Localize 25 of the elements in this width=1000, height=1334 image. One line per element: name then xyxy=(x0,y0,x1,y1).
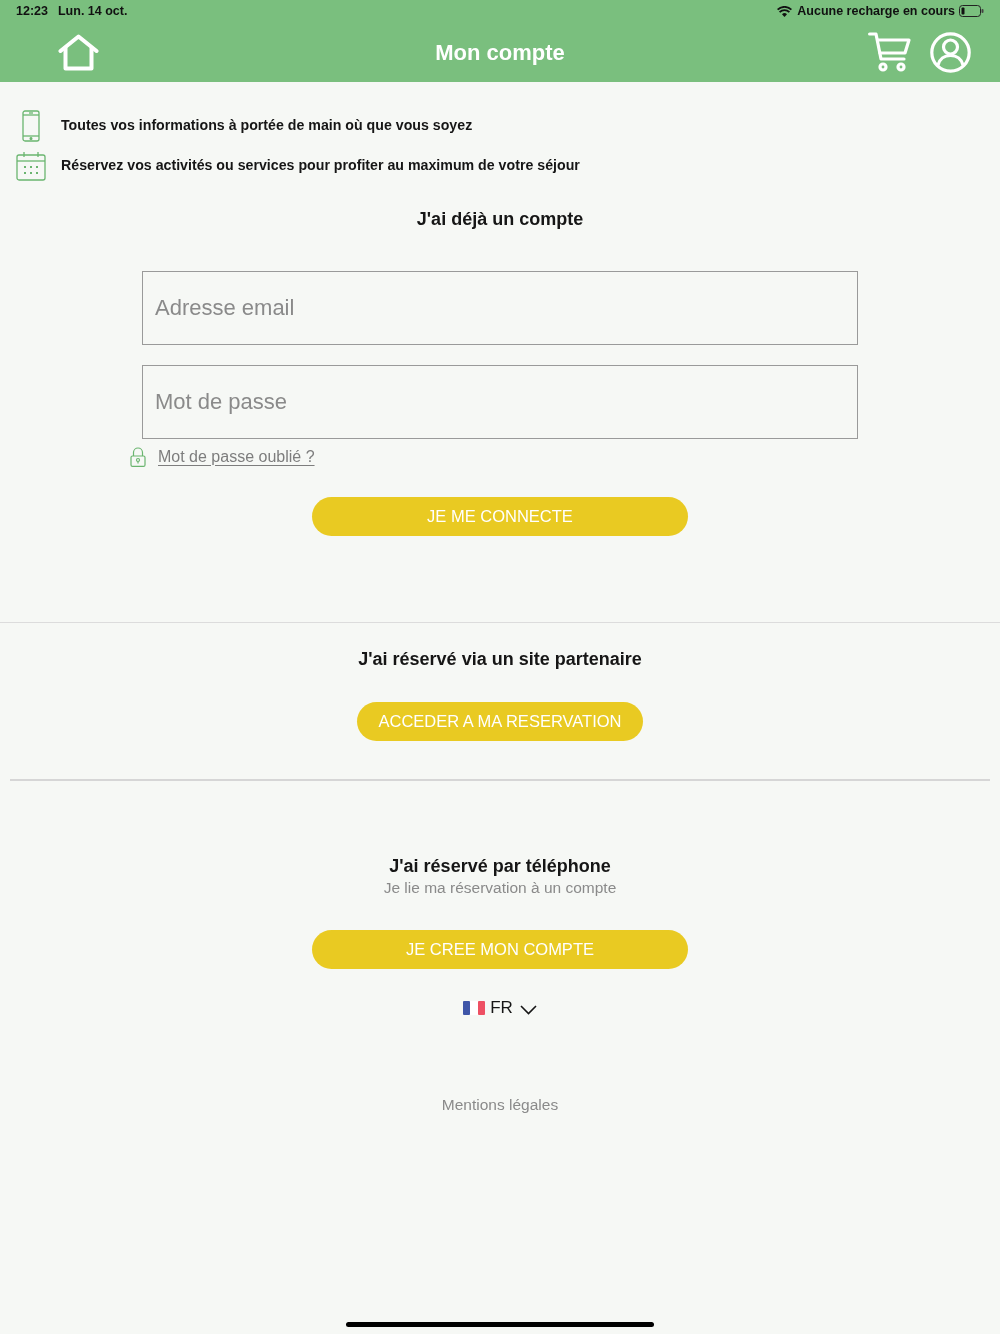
feature-text: Réservez vos activités ou services pour profiter au maximum de votre séjour xyxy=(61,156,580,176)
battery-icon xyxy=(959,5,984,17)
chevron-down-icon xyxy=(519,1005,537,1015)
section-heading: J'ai réservé par téléphone xyxy=(389,855,611,877)
language-selector[interactable]: FR xyxy=(463,996,537,1020)
page-title: Mon compte xyxy=(435,38,565,67)
battery-status-text: Aucune recharge en cours xyxy=(797,2,955,20)
forgot-password-link[interactable]: Mot de passe oublié ? xyxy=(158,444,315,469)
status-time: 12:23 xyxy=(16,2,48,20)
feature-text: Toutes vos informations à portée de main où que vous soyez xyxy=(61,116,473,136)
lock-icon xyxy=(130,446,146,467)
flag-icon xyxy=(463,1001,486,1015)
section-heading: J'ai déjà un compte xyxy=(416,208,584,231)
wifi-icon xyxy=(777,5,793,17)
section-heading: J'ai réservé via un site partenaire xyxy=(358,648,642,671)
input-field[interactable]: Adresse email xyxy=(142,271,858,345)
input-field[interactable]: Mot de passe xyxy=(142,365,858,439)
status-date: Lun. 14 oct. xyxy=(58,2,128,20)
legal-notice-link[interactable]: Mentions légales xyxy=(441,1094,559,1116)
home-icon[interactable] xyxy=(58,33,99,71)
calendar-icon xyxy=(16,151,46,181)
section-subtitle: Je lie ma réservation à un compte xyxy=(383,878,617,898)
account-icon[interactable] xyxy=(930,31,971,73)
cart-icon[interactable] xyxy=(868,32,911,72)
smartphone-icon xyxy=(22,110,40,142)
